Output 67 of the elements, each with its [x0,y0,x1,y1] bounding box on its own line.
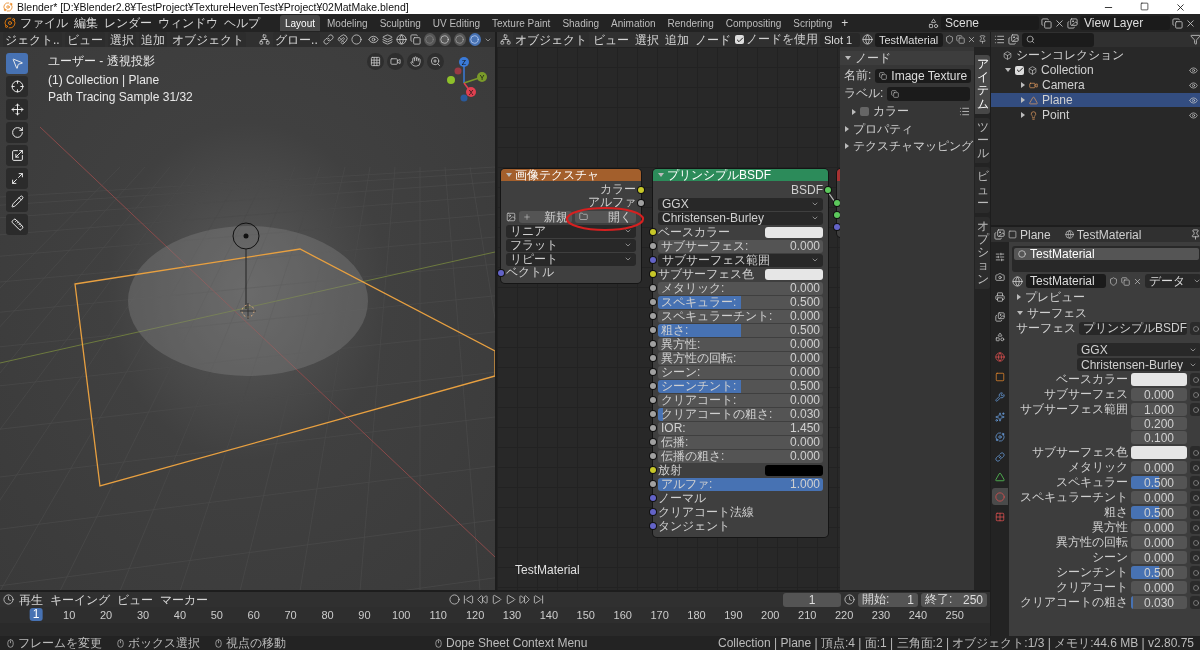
frame-number: 10 [63,609,76,621]
field-label: ラベル: [844,85,884,102]
frame-number: 50 [210,609,223,621]
output-label: アルファ [588,195,636,211]
frame-number: 20 [100,609,113,621]
frame-number: 150 [576,609,595,621]
output-label: カラー [600,181,636,197]
frame-number: 210 [798,609,817,621]
outliner-item: シーンコレクション [1016,46,1124,64]
field-label: 異方性 [1091,521,1128,534]
input-label: タンジェント [658,518,730,535]
field-label: スペキュラー [1055,476,1128,489]
checkbox-label: ノードを使用 [746,32,818,48]
status-stats: Collection | Plane | 頂点:4 | 面:1 | 三角面:2 | オブジェクト:1/3 | メモリ:44.6 MB | v2.80.75 [718,634,1194,650]
field-label: シーン [1091,551,1128,564]
field-label: 名前: [844,67,872,84]
frame-number: 100 [392,609,411,621]
input-label: ベクトル [506,265,554,281]
frame-number: 40 [173,609,187,621]
frame-number: 180 [687,609,706,621]
input-label: ベースカラー [658,224,730,240]
status-hint: Dope Sheet Context Menu [446,636,588,650]
frame-number: 250 [945,609,964,621]
viewport-info-text: ユーザー - 透視投影 [48,53,156,70]
panel-label: カラー [873,103,909,120]
field-label: 異方性の回転 [1055,536,1128,549]
node-title: 画像テクスチャ [515,166,599,184]
frame-number: 200 [761,609,780,621]
output-label: BSDF [791,183,823,197]
field-label: メタリック [1067,461,1128,474]
status-hint: ボックス選択 [128,634,200,650]
frame-number: 80 [321,609,334,621]
field-label: サーフェス [1015,322,1076,335]
frame-number: 130 [502,609,522,621]
frame-number: 90 [358,609,371,621]
frame-number: 30 [136,609,150,621]
viewport-info-text: (1) Collection | Plane [48,73,161,87]
frame-number: 160 [613,609,632,621]
field-label: クリアコートの粗さ [1019,596,1128,609]
viewport-info-text: Path Tracing Sample 31/32 [48,90,193,104]
frame-number: 120 [465,609,485,621]
breadcrumb-item: TestMaterial [1076,227,1142,242]
frame-number: 60 [247,609,260,621]
material-name-label: TestMaterial [515,563,580,577]
breadcrumb-item: Plane [1020,227,1051,242]
frame-number: 170 [650,609,669,621]
field-label: スペキュラーチント [1019,491,1128,504]
frame-number: 220 [834,609,854,621]
input-label: 放射 [658,462,682,479]
field-label: クリアコート [1055,581,1128,594]
status-hint: フレームを変更 [18,634,102,650]
field-label: サブサーフェス色 [1031,446,1128,459]
node-title: プリンシプルBSDF [667,166,771,184]
input-label: サブサーフェス色 [658,266,754,283]
frame-number: 140 [539,609,559,621]
field-label: シーンチント [1055,566,1128,579]
field-label: ベースカラー [1055,373,1128,386]
field-label: サブサーフェス [1043,388,1128,401]
frame-number: 110 [429,609,447,621]
frame-number: 230 [871,609,891,621]
window-title: Blender* [D:¥Blender2.8¥TestProject¥TextureHevenTest¥Project¥02MatMake.blend] [17,1,410,13]
field-label: 粗さ [1103,506,1128,519]
frame-number: 190 [724,609,743,621]
field-label: サブサーフェス範囲 [1019,403,1128,416]
frame-number: 240 [908,609,928,621]
frame-number: 70 [284,609,297,621]
status-hint: 視点の移動 [226,634,286,650]
